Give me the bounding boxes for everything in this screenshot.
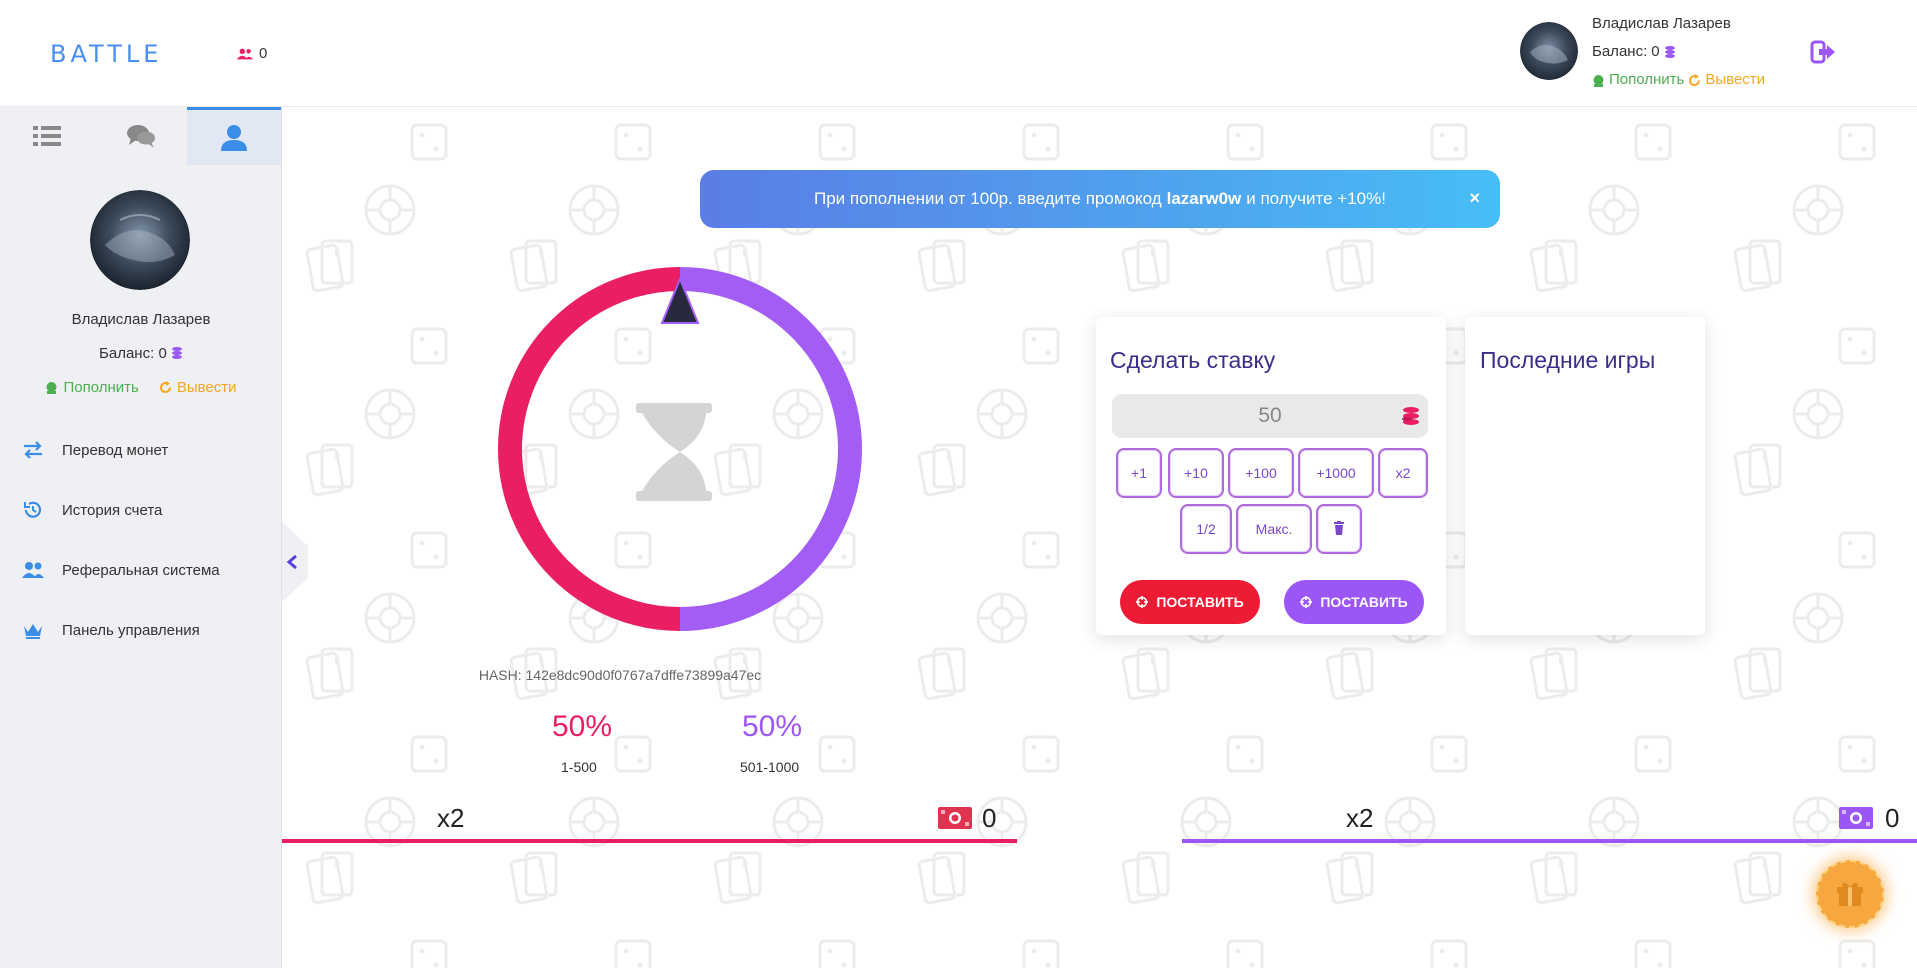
red-percent: 50% [552, 710, 613, 743]
header-deposit-link[interactable]: Пополнить [1592, 66, 1684, 94]
chip-plus-100[interactable]: +100 [1228, 448, 1294, 498]
purple-percent: 50% [742, 710, 803, 743]
purple-multiplier: x2 [1346, 803, 1374, 833]
sidebar-tabs [0, 107, 282, 165]
bet-title: Сделать ставку [1110, 347, 1276, 373]
sidebar-actions: Пополнить Вывести [0, 379, 282, 396]
trash-icon [1334, 520, 1344, 535]
list-icon [32, 126, 61, 146]
place-bet-purple-button[interactable]: ПОСТАВИТЬ [1284, 580, 1424, 624]
red-range: 1-500 [561, 759, 597, 775]
last-games-title: Последние игры [1480, 347, 1656, 373]
refresh-icon [159, 381, 171, 394]
purple-line [1182, 839, 1917, 843]
refresh-icon [1689, 73, 1701, 86]
tab-profile[interactable] [187, 107, 282, 165]
header: BATTLE 0 Владислав Лазарев Баланс: 0 Поп… [0, 0, 1917, 107]
menu-item-label: История счета [62, 501, 163, 519]
chip-half[interactable]: 1/2 [1180, 504, 1232, 554]
promo-code[interactable]: lazarw0w [1167, 189, 1242, 209]
header-user-name: Владислав Лазарев [1592, 15, 1731, 32]
sidebar-withdraw-link[interactable]: Вывести [159, 379, 237, 396]
tab-chat[interactable] [94, 107, 188, 165]
place-bet-red-button[interactable]: ПОСТАВИТЬ [1120, 580, 1260, 624]
sidebar-avatar[interactable] [90, 190, 190, 290]
menu-item-referral[interactable]: Реферальная система [0, 540, 282, 600]
coins-icon [1402, 407, 1419, 425]
chat-icon [126, 125, 155, 148]
bet-panel: Сделать ставку +1 +10 +100 +1000 x2 1/2 … [1096, 317, 1446, 635]
menu-item-label: Перевод монет [62, 441, 169, 459]
deposit-icon [1593, 74, 1604, 87]
chip-plus-1000[interactable]: +1000 [1298, 448, 1374, 498]
crown-icon [24, 624, 42, 639]
users-icon [22, 562, 44, 578]
header-balance-value: 0 [1651, 43, 1660, 60]
logout-icon[interactable] [1810, 40, 1836, 64]
gift-button[interactable] [1816, 860, 1884, 928]
users-icon [236, 48, 254, 59]
money-icon [1839, 807, 1873, 829]
target-icon [1136, 596, 1149, 608]
promo-banner: При пополнении от 100р. введите промокод… [700, 170, 1500, 228]
header-withdraw-link[interactable]: Вывести [1688, 66, 1765, 94]
sidebar: Владислав Лазарев Баланс: 0 Пополнить Вы… [0, 107, 282, 968]
purple-amount: 0 [1885, 803, 1900, 833]
history-icon [24, 501, 42, 518]
red-side-bar: x2 0 [282, 803, 1017, 843]
sidebar-balance-value: 0 [158, 345, 167, 362]
coins-icon [171, 347, 182, 359]
clear-bet-button[interactable] [1316, 504, 1362, 554]
chip-plus-1[interactable]: +1 [1116, 448, 1162, 498]
sidebar-deposit-link[interactable]: Пополнить [45, 379, 139, 396]
purple-side-bar: x2 0 [1182, 803, 1917, 843]
promo-suffix: и получите +10%! [1246, 189, 1386, 208]
sidebar-user-name: Владислав Лазарев [71, 311, 211, 328]
gift-icon [1837, 882, 1863, 906]
header-avatar[interactable] [1520, 22, 1578, 80]
chip-multiply-2[interactable]: x2 [1378, 448, 1428, 498]
deposit-icon [46, 382, 57, 394]
header-balance: Баланс: 0 [1592, 38, 1765, 66]
hourglass-icon [636, 403, 712, 501]
online-counter: 0 [236, 45, 267, 62]
menu-item-admin[interactable]: Панель управления [0, 600, 282, 660]
logo[interactable]: BATTLE [50, 40, 162, 68]
coins-icon [1664, 46, 1675, 58]
red-multiplier: x2 [437, 803, 465, 833]
user-icon [221, 124, 248, 151]
transfer-icon [24, 441, 42, 459]
last-games-panel: Последние игры [1465, 317, 1705, 635]
chip-plus-10[interactable]: +10 [1168, 448, 1224, 498]
menu-item-label: Панель управления [62, 621, 200, 639]
money-icon [938, 807, 972, 829]
promo-prefix: При пополнении от 100р. введите промокод [814, 189, 1162, 208]
sidebar-balance: Баланс: 0 [0, 345, 282, 362]
chip-max[interactable]: Макс. [1236, 504, 1312, 554]
purple-range: 501-1000 [740, 759, 800, 775]
game-hash: HASH: 142e8dc90d0f0767a7dffe73899a47ec [478, 667, 762, 683]
promo-close-button[interactable]: × [1469, 188, 1480, 209]
game-area: При пополнении от 100р. введите промокод… [282, 107, 1917, 968]
menu-item-transfer[interactable]: Перевод монет [0, 420, 282, 480]
red-amount: 0 [982, 803, 997, 833]
red-line [282, 839, 1017, 843]
menu-item-label: Реферальная система [62, 561, 220, 579]
target-icon [1300, 596, 1313, 608]
menu-item-history[interactable]: История счета [0, 480, 282, 540]
bet-amount-input[interactable] [1112, 394, 1428, 438]
tab-list[interactable] [0, 107, 94, 165]
header-user-info: Владислав Лазарев Баланс: 0 Пополнить Вы… [1592, 10, 1765, 94]
online-count: 0 [259, 45, 268, 62]
sidebar-menu: Перевод монет История счета Реферальная … [0, 420, 282, 660]
game-wheel [498, 267, 862, 631]
